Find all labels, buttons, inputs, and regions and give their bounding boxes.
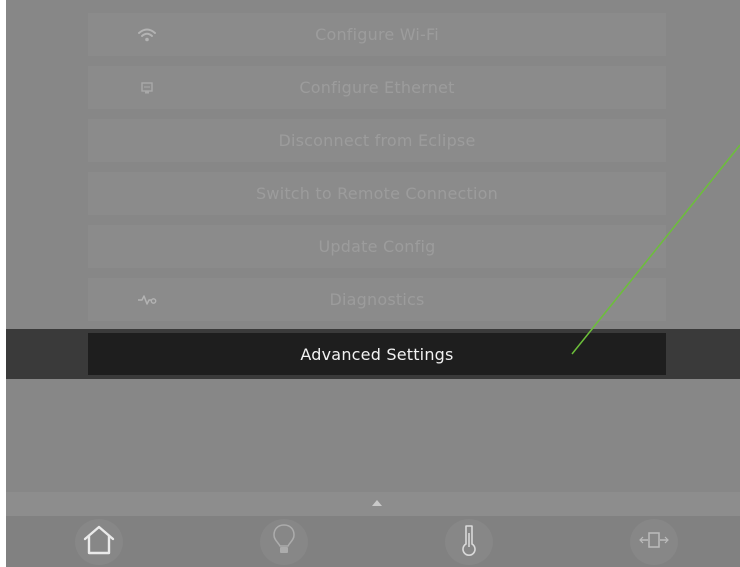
diagnostics-button[interactable]: Diagnostics [88,278,666,321]
configure-wifi-button[interactable]: Configure Wi-Fi [88,13,666,56]
advanced-settings-button[interactable]: Advanced Settings [88,333,666,375]
switch-remote-connection-button[interactable]: Switch to Remote Connection [88,172,666,215]
footer-nav [6,492,740,567]
caret-up-icon [372,500,382,506]
tab-shades[interactable] [630,519,678,565]
drawer-handle[interactable] [6,492,740,516]
menu-item-label: Diagnostics [329,290,425,309]
tab-home[interactable] [75,519,123,565]
pulse-icon [136,291,158,309]
menu-item-label: Configure Wi-Fi [315,25,439,44]
settings-screen: Configure Wi-Fi Configure Ethernet Disco… [6,0,740,567]
menu-item-label: Configure Ethernet [299,78,455,97]
wifi-icon [136,26,158,44]
tab-bar [6,516,740,567]
menu-item-label: Switch to Remote Connection [256,184,498,203]
menu-item-label: Update Config [318,237,436,256]
menu-item-label: Disconnect from Eclipse [278,131,476,150]
update-config-button[interactable]: Update Config [88,225,666,268]
disconnect-eclipse-button[interactable]: Disconnect from Eclipse [88,119,666,162]
configure-ethernet-button[interactable]: Configure Ethernet [88,66,666,109]
tab-climate[interactable] [445,519,493,565]
tab-lighting[interactable] [260,519,308,565]
menu-item-label-selected: Advanced Settings [300,344,454,364]
ethernet-icon [136,79,158,97]
